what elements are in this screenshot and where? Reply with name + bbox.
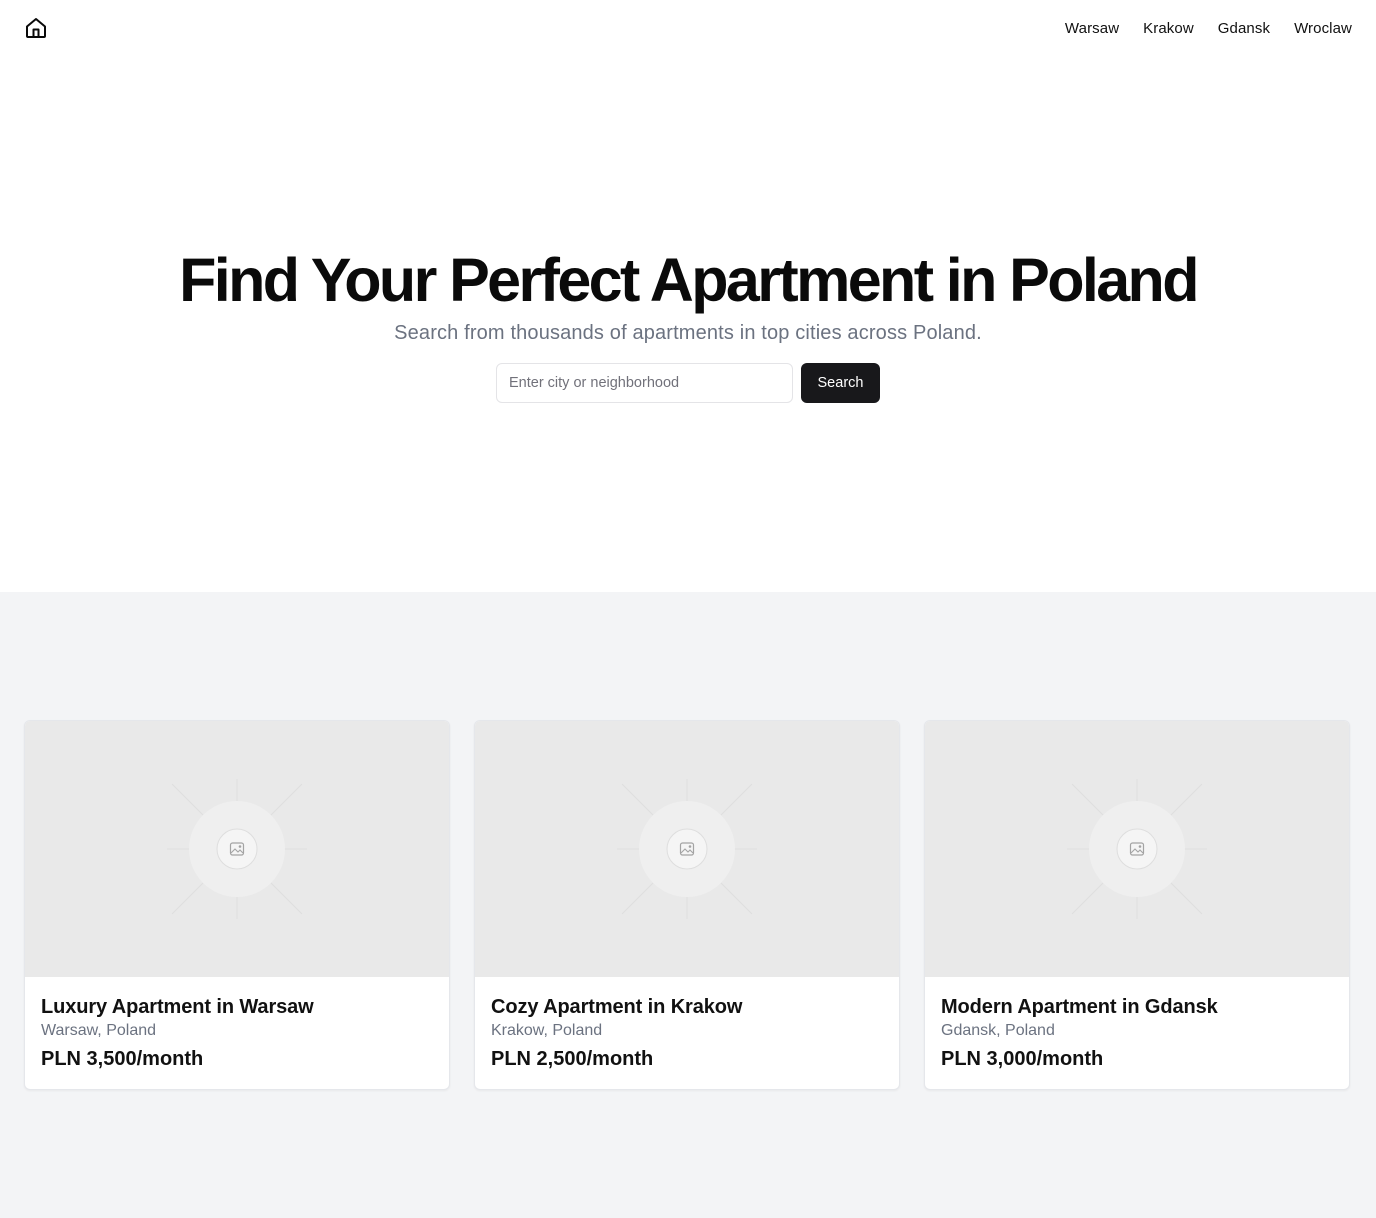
nav-link-wroclaw[interactable]: Wroclaw (1294, 20, 1352, 37)
listing-title: Luxury Apartment in Warsaw (41, 996, 314, 1018)
listing-card[interactable]: Luxury Apartment in Warsaw Warsaw, Polan… (24, 720, 450, 1090)
listing-card[interactable]: Cozy Apartment in Krakow Krakow, Poland … (474, 720, 900, 1090)
nav-link-krakow[interactable]: Krakow (1143, 20, 1194, 37)
listing-location: Krakow, Poland (491, 1022, 603, 1039)
search-input[interactable] (496, 363, 793, 403)
listing-title: Cozy Apartment in Krakow (491, 996, 743, 1018)
hero-section: Find Your Perfect Apartment in Poland Se… (0, 56, 1376, 592)
image-placeholder-icon (617, 779, 757, 919)
image-placeholder-icon (1067, 779, 1207, 919)
home-logo-link[interactable] (24, 16, 48, 40)
hero-title: Find Your Perfect Apartment in Poland (179, 246, 1199, 314)
listings-section: Luxury Apartment in Warsaw Warsaw, Polan… (0, 592, 1376, 1218)
home-icon (26, 18, 46, 38)
listing-price: PLN 3,000/month (941, 1048, 1104, 1070)
city-nav: Warsaw Krakow Gdansk Wroclaw (1065, 20, 1352, 37)
nav-link-warsaw[interactable]: Warsaw (1065, 20, 1119, 37)
listing-price: PLN 3,500/month (41, 1048, 204, 1070)
listing-image-placeholder (475, 721, 899, 977)
listing-location: Warsaw, Poland (41, 1022, 157, 1039)
listing-details: Modern Apartment in Gdansk Gdansk, Polan… (925, 977, 1349, 1072)
search-form: Search (496, 363, 880, 403)
nav-link-gdansk[interactable]: Gdansk (1218, 20, 1270, 37)
listing-grid: Luxury Apartment in Warsaw Warsaw, Polan… (24, 720, 1352, 1090)
listing-details: Cozy Apartment in Krakow Krakow, Poland … (475, 977, 899, 1072)
listing-details: Luxury Apartment in Warsaw Warsaw, Polan… (25, 977, 449, 1072)
hero-subtitle: Search from thousands of apartments in t… (394, 322, 982, 344)
listing-card[interactable]: Modern Apartment in Gdansk Gdansk, Polan… (924, 720, 1350, 1090)
site-header: Warsaw Krakow Gdansk Wroclaw (0, 0, 1376, 56)
image-placeholder-icon (167, 779, 307, 919)
listing-image-placeholder (925, 721, 1349, 977)
search-button[interactable]: Search (801, 363, 880, 403)
listing-title: Modern Apartment in Gdansk (941, 996, 1218, 1018)
listing-image-placeholder (25, 721, 449, 977)
listing-price: PLN 2,500/month (491, 1048, 654, 1070)
listing-location: Gdansk, Poland (941, 1022, 1055, 1039)
